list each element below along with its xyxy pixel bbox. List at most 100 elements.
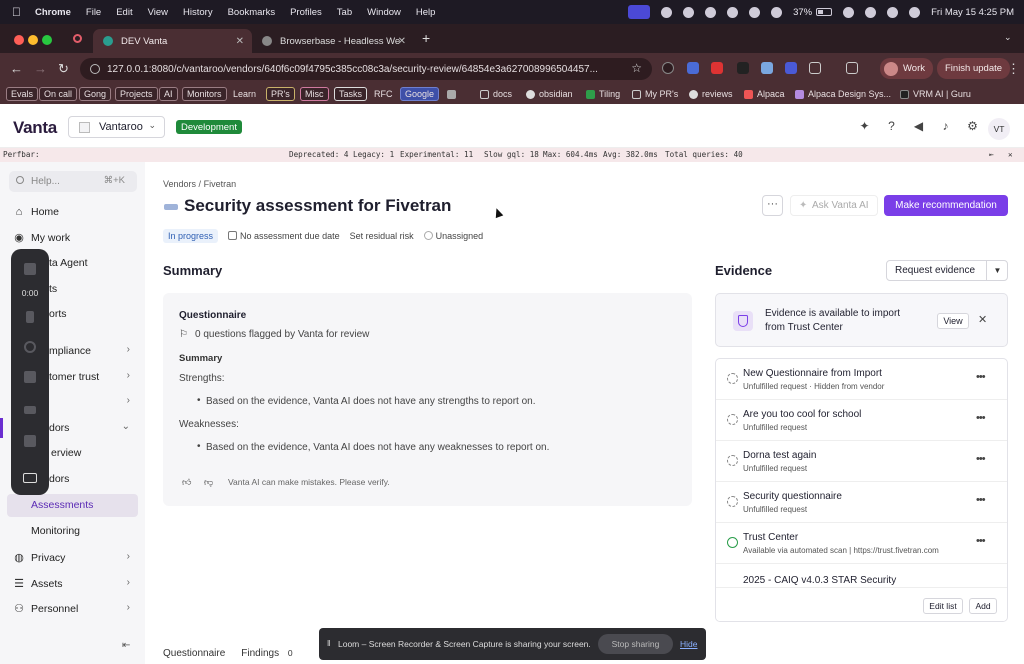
bookmark-alpaca-design[interactable]: Alpaca Design Sys... <box>795 87 891 101</box>
more-options-icon[interactable]: ••• <box>976 453 986 465</box>
close-perfbar-icon[interactable]: ✕ <box>1008 150 1013 159</box>
menu-history[interactable]: History <box>183 7 213 18</box>
status-icon[interactable] <box>683 6 695 18</box>
bookmark-evals[interactable]: Evals <box>6 87 39 101</box>
side-panel-icon[interactable] <box>846 62 858 74</box>
extension-icon[interactable] <box>687 62 699 74</box>
bookmark-ai[interactable]: AI <box>159 87 178 101</box>
camera-icon[interactable] <box>23 473 37 483</box>
help-search-input[interactable]: Help... ⌘+K <box>9 171 137 192</box>
extension-icon[interactable] <box>785 62 797 74</box>
notifications-bell-icon[interactable]: ♪ <box>938 119 953 134</box>
more-options-icon[interactable]: ••• <box>976 494 986 506</box>
view-button[interactable]: View <box>937 313 969 329</box>
bookmark-vrm-ai[interactable]: VRM AI | Guru <box>900 87 971 101</box>
extensions-puzzle-icon[interactable] <box>809 62 821 74</box>
bookmark-tasks[interactable]: Tasks <box>334 87 368 101</box>
minimize-window-icon[interactable] <box>28 35 38 45</box>
stop-recording-icon[interactable] <box>24 263 36 275</box>
breadcrumb-fivetran[interactable]: Fivetran <box>204 179 237 189</box>
bookmark-learn[interactable]: Learn <box>233 87 256 101</box>
sidebar-item-monitoring[interactable]: Monitoring <box>7 520 138 543</box>
volume-icon[interactable] <box>771 6 783 18</box>
wifi-icon[interactable] <box>843 6 855 18</box>
menu-window[interactable]: Window <box>367 7 401 18</box>
bookmark-misc[interactable]: Misc <box>300 87 329 101</box>
sidebar-item-home[interactable]: ⌂ Home <box>7 201 138 224</box>
control-center-icon[interactable] <box>887 6 899 18</box>
more-options-icon[interactable]: ••• <box>976 371 986 383</box>
site-info-icon[interactable] <box>90 64 100 74</box>
bookmark-alpaca[interactable]: Alpaca <box>744 87 785 101</box>
bookmark-prs[interactable]: PR's <box>266 87 295 101</box>
tab-findings[interactable]: Findings 0 <box>241 648 292 659</box>
collapse-perfbar-icon[interactable]: ⇤ <box>989 150 994 159</box>
draw-icon[interactable] <box>24 435 36 447</box>
menu-help[interactable]: Help <box>416 7 436 18</box>
dropdown-caret-icon[interactable]: ▼ <box>986 261 1008 280</box>
reload-icon[interactable]: ↻ <box>58 61 69 77</box>
close-icon[interactable]: ✕ <box>978 313 987 326</box>
bookmark-obsidian[interactable]: obsidian <box>526 87 573 101</box>
tab-search-icon[interactable]: ⌄ <box>1004 32 1012 43</box>
bookmark-rfc[interactable]: RFC <box>374 87 393 101</box>
list-item[interactable]: Trust Center Available via automated scan… <box>716 523 1007 564</box>
due-date-field[interactable]: No assessment due date <box>228 231 340 241</box>
thumbs-down-icon[interactable]: 👎︎ <box>204 477 213 488</box>
apple-icon[interactable]:  <box>12 5 21 19</box>
menu-tab[interactable]: Tab <box>337 7 352 18</box>
more-options-icon[interactable]: ••• <box>976 412 986 424</box>
tab-questionnaire[interactable]: Questionnaire <box>163 648 225 659</box>
forward-icon[interactable]: → <box>34 61 47 76</box>
maximize-window-icon[interactable] <box>42 35 52 45</box>
user-avatar[interactable]: VT <box>988 118 1010 140</box>
help-icon[interactable]: ? <box>884 119 899 134</box>
request-evidence-button[interactable]: Request evidence ▼ <box>886 260 1008 281</box>
more-options-button[interactable]: ··· <box>762 195 783 216</box>
settings-gear-icon[interactable]: ⚙ <box>965 119 980 134</box>
play-icon[interactable] <box>749 6 761 18</box>
hide-link[interactable]: Hide <box>680 639 697 649</box>
adblock-icon[interactable] <box>711 62 723 74</box>
tab-dev-vanta[interactable]: DEV Vanta ✕ <box>93 29 252 53</box>
sidebar-item-assets[interactable]: ☰ Assets › <box>7 573 138 596</box>
sidebar-item-my-work[interactable]: ◉ My work <box>7 227 138 250</box>
menu-profiles[interactable]: Profiles <box>290 7 322 18</box>
chrome-menu-icon[interactable]: ⋮ <box>1007 61 1020 77</box>
address-bar[interactable]: 127.0.0.1:8080/c/vantaroo/vendors/640f6c… <box>80 58 652 80</box>
rewind-icon[interactable] <box>24 406 36 414</box>
bookmark-my-prs[interactable]: My PR's <box>632 87 678 101</box>
bookmark-docs[interactable]: docs <box>480 87 512 101</box>
menu-file[interactable]: File <box>86 7 101 18</box>
make-recommendation-button[interactable]: Make recommendation <box>884 195 1008 216</box>
stop-sharing-button[interactable]: Stop sharing <box>598 634 673 654</box>
extension-icon[interactable] <box>662 62 674 74</box>
profile-button[interactable]: Work <box>880 58 933 79</box>
pause-icon[interactable] <box>26 311 34 323</box>
close-window-icon[interactable] <box>14 35 24 45</box>
ask-vanta-ai-button[interactable]: ✦ Ask Vanta AI <box>790 195 878 216</box>
bookmark-grid[interactable] <box>447 87 460 101</box>
bookmark-reviews[interactable]: reviews <box>689 87 733 101</box>
bookmark-on-call[interactable]: On call <box>39 87 78 101</box>
residual-risk-field[interactable]: Set residual risk <box>350 231 414 241</box>
bookmark-tiling[interactable]: Tiling <box>586 87 620 101</box>
vanta-logo[interactable]: Vanta <box>13 118 57 138</box>
more-options-icon[interactable]: ••• <box>976 535 986 547</box>
bookmark-google[interactable]: Google <box>400 87 440 101</box>
close-tab-icon[interactable]: ✕ <box>398 36 406 47</box>
status-icon[interactable] <box>727 6 739 18</box>
sparkles-icon[interactable]: ✦ <box>857 119 872 134</box>
extension-icon[interactable] <box>737 62 749 74</box>
list-item[interactable]: Security questionnaire Unfulfilled reques… <box>716 482 1007 523</box>
menu-bookmarks[interactable]: Bookmarks <box>228 7 276 18</box>
collapse-sidebar-icon[interactable]: ⇤ <box>122 640 130 651</box>
add-evidence-button[interactable]: Add <box>969 598 997 614</box>
status-icon[interactable] <box>705 6 717 18</box>
menu-view[interactable]: View <box>148 7 168 18</box>
search-icon[interactable] <box>865 6 877 18</box>
bookmark-projects[interactable]: Projects <box>115 87 158 101</box>
back-icon[interactable]: ← <box>10 61 23 76</box>
recording-icon[interactable] <box>73 34 82 43</box>
restart-icon[interactable] <box>24 341 36 353</box>
